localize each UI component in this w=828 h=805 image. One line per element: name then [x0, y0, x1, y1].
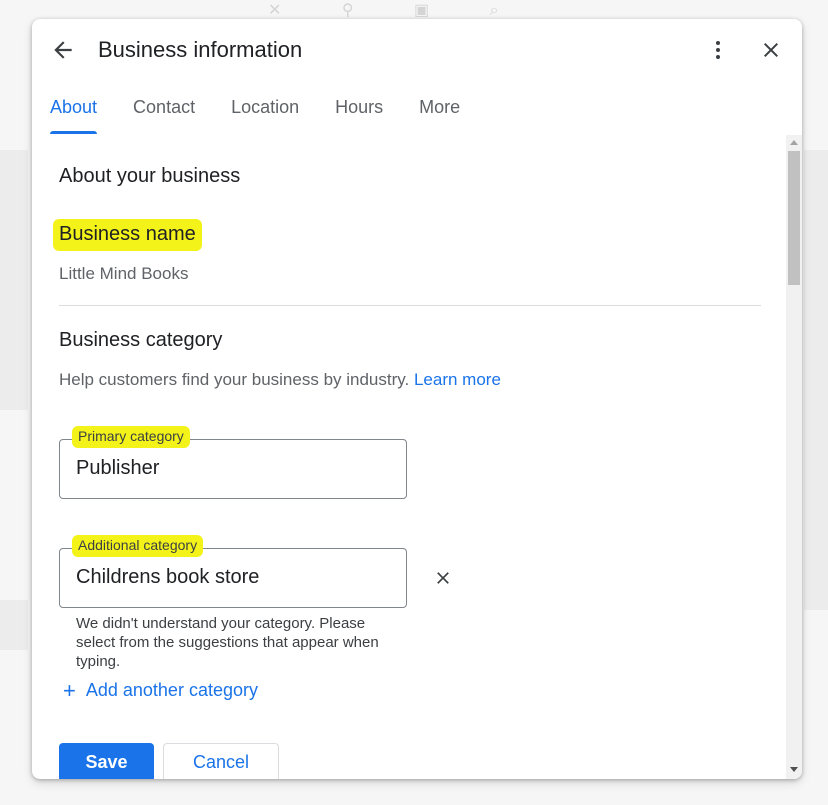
close-icon[interactable] [759, 38, 783, 62]
scrollbar-thumb[interactable] [788, 151, 800, 285]
section-divider [59, 305, 761, 306]
additional-category-label: Additional category [72, 535, 204, 557]
dialog-content: About your business Business name Little… [53, 135, 779, 779]
background-toolbar-icons: ✕ ⚲ ▣ ⌕ [268, 2, 527, 19]
dialog-title: Business information [98, 37, 303, 62]
tab-bar: About Contact Location Hours More [50, 95, 496, 135]
tab-contact[interactable]: Contact [133, 95, 195, 135]
cancel-button[interactable]: Cancel [163, 743, 279, 779]
scroll-up-arrow-icon[interactable] [790, 140, 798, 145]
section-title: About your business [59, 165, 241, 187]
tab-hours[interactable]: Hours [335, 95, 383, 135]
learn-more-link[interactable]: Learn more [414, 370, 501, 389]
business-category-title: Business category [59, 329, 223, 351]
additional-category-value[interactable]: Childrens book store [76, 566, 259, 589]
plus-icon: + [63, 678, 76, 703]
primary-category-value[interactable]: Publisher [76, 457, 159, 480]
remove-category-icon[interactable] [433, 568, 453, 588]
more-vert-icon[interactable] [706, 37, 730, 63]
content-scrollbar[interactable] [786, 135, 802, 779]
business-name-label-text: Business name [53, 219, 202, 251]
business-name-label: Business name [53, 219, 202, 251]
arrow-back-icon[interactable] [50, 37, 76, 63]
tab-more[interactable]: More [419, 95, 460, 135]
background-card [804, 150, 828, 610]
background-card [0, 150, 28, 410]
category-help-text: Help customers find your business by ind… [59, 370, 501, 390]
background-card [0, 600, 28, 650]
business-information-dialog: Business information About Contact Locat… [32, 19, 802, 779]
save-button[interactable]: Save [59, 743, 154, 779]
additional-category-field[interactable]: Additional category Childrens book store [59, 535, 407, 608]
primary-category-label: Primary category [72, 426, 190, 448]
business-name-value[interactable]: Little Mind Books [59, 264, 188, 284]
tab-about[interactable]: About [50, 95, 98, 135]
scroll-down-arrow-icon[interactable] [790, 767, 798, 772]
category-error-message: We didn't understand your category. Plea… [76, 615, 379, 670]
primary-category-field[interactable]: Primary category Publisher [59, 426, 407, 499]
category-help-message: Help customers find your business by ind… [59, 370, 410, 389]
add-another-category-label: Add another category [85, 680, 258, 700]
tab-location[interactable]: Location [231, 95, 299, 135]
add-another-category-button[interactable]: + Add another category [63, 678, 258, 704]
